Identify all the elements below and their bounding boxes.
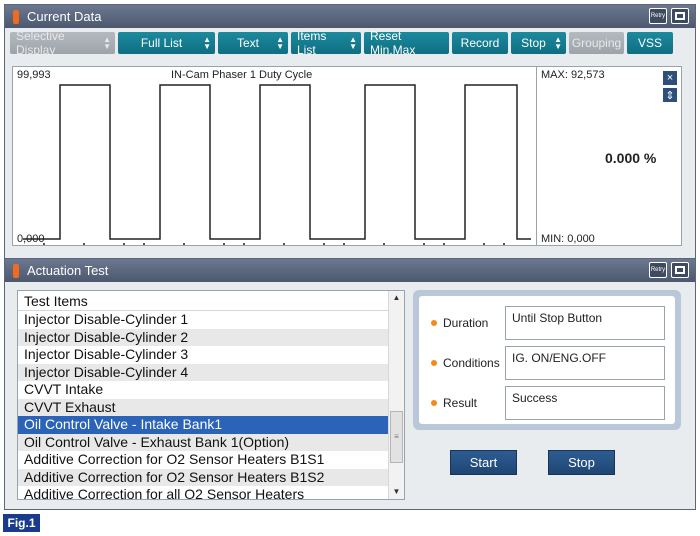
bullet-icon (431, 360, 437, 366)
maximize-icon[interactable] (671, 8, 689, 24)
list-item[interactable]: Oil Control Valve - Exhaust Bank 1(Optio… (18, 433, 388, 451)
list-item[interactable]: Oil Control Valve - Intake Bank1 (18, 416, 388, 434)
current-data-title: Current Data (27, 9, 102, 24)
toolbar-button-label: Selective Display (16, 29, 65, 57)
list-item[interactable]: Injector Disable-Cylinder 2 (18, 328, 388, 346)
list-item[interactable]: Injector Disable-Cylinder 3 (18, 346, 388, 364)
duration-value: Until Stop Button (505, 306, 665, 340)
list-item[interactable]: Additive Correction for O2 Sensor Heater… (18, 451, 388, 469)
toolbar-button-label: Text (236, 36, 259, 50)
test-items-list: Test Items Injector Disable-Cylinder 1 In… (17, 290, 405, 500)
toolbar-button-grouping[interactable]: Grouping (569, 32, 624, 54)
toolbar-button-reset-min-max[interactable]: Reset Min.Max (364, 29, 449, 57)
toolbar-button-label: VSS (637, 36, 662, 50)
list-header: Test Items (18, 291, 404, 311)
current-data-toolbar: Selective Display ▲ ▼ Full List ▲ ▼ Text ▲ ▼ Item… (10, 29, 673, 57)
bullet-icon (431, 400, 437, 406)
scroll-up-icon[interactable]: ▲ (389, 291, 404, 305)
duration-label: Duration (443, 316, 489, 330)
list-item[interactable]: CVVT Intake (18, 381, 388, 399)
conditions-value: IG. ON/ENG.OFF (505, 346, 665, 380)
list-body: Injector Disable-Cylinder 1 Injector Disa… (18, 311, 404, 499)
scroll-graph-icon[interactable]: ⇕ (663, 88, 677, 102)
toolbar-button-label: Grouping (571, 36, 622, 50)
graph-current-value: 0.000 % (605, 150, 657, 166)
toolbar-button-label: Full List (140, 36, 183, 50)
list-scrollbar[interactable]: ▲ ≡ ▼ (388, 291, 404, 499)
current-data-titlebar: Current Data Retry (5, 5, 695, 28)
panel-marker-icon (13, 263, 19, 278)
actuation-title: Actuation Test (27, 263, 109, 278)
figure-label: Fig.1 (3, 514, 40, 532)
retry-label: Retry (650, 13, 666, 19)
spinner-icon: ▲ ▼ (103, 35, 111, 51)
list-item[interactable]: Injector Disable-Cylinder 4 (18, 363, 388, 381)
toolbar-button-full-list[interactable]: Full List ▲ ▼ (118, 32, 215, 54)
actuation-titlebar: Actuation Test Retry (5, 259, 695, 282)
bullet-icon (431, 320, 437, 326)
toolbar-button-label: Items List (297, 29, 327, 57)
toolbar-button-text[interactable]: Text ▲ ▼ (218, 32, 288, 54)
list-item[interactable]: Additive Correction for O2 Sensor Heater… (18, 468, 388, 486)
duration-row: Duration Until Stop Button (419, 306, 675, 342)
retry-icon[interactable]: Retry (649, 262, 667, 278)
toolbar-button-label: Record (460, 36, 500, 50)
conditions-row: Conditions IG. ON/ENG.OFF (419, 346, 675, 382)
toolbar-button-label: Stop (521, 36, 546, 50)
start-button[interactable]: Start (450, 450, 517, 475)
stop-button[interactable]: Stop (548, 450, 615, 475)
list-item[interactable]: Additive Correction for all O2 Sensor He… (18, 486, 388, 499)
retry-label: Retry (650, 267, 666, 273)
toolbar-button-items-list[interactable]: Items List ▲ ▼ (291, 29, 361, 57)
list-item[interactable]: CVVT Exhaust (18, 398, 388, 416)
graph-max-label: MAX: 92,573 (541, 69, 605, 81)
toolbar-button-vss[interactable]: VSS (627, 32, 673, 54)
test-info-panel: Duration Until Stop Button Conditions IG… (413, 290, 681, 430)
spinner-icon: ▲ ▼ (203, 35, 211, 51)
result-row: Result Success (419, 386, 675, 422)
conditions-label: Conditions (443, 356, 500, 370)
list-item[interactable]: Injector Disable-Cylinder 1 (18, 311, 388, 329)
maximize-icon[interactable] (671, 262, 689, 278)
scroll-thumb[interactable]: ≡ (390, 411, 403, 463)
scroll-down-icon[interactable]: ▼ (389, 485, 404, 499)
toolbar-button-stop[interactable]: Stop ▲ ▼ (511, 32, 566, 54)
result-value: Success (505, 386, 665, 420)
retry-icon[interactable]: Retry (649, 8, 667, 24)
graph-area: 99,993 IN-Cam Phaser 1 Duty Cycle 0,000 (12, 66, 537, 246)
spinner-icon: ▲ ▼ (349, 35, 357, 51)
spinner-icon: ▲ ▼ (554, 35, 562, 51)
panel-marker-icon (13, 9, 19, 24)
toolbar-button-selective-display[interactable]: Selective Display ▲ ▼ (10, 29, 115, 57)
graph-min-label: MIN: 0,000 (541, 233, 595, 245)
result-label: Result (443, 396, 478, 410)
close-graph-icon[interactable]: × (663, 71, 677, 85)
graph-side-panel: MAX: 92,573 × ⇕ 0.000 % MIN: 0,000 (537, 66, 682, 246)
toolbar-button-record[interactable]: Record (452, 32, 508, 54)
toolbar-button-label: Reset Min.Max (370, 29, 416, 57)
graph-waveform (23, 84, 531, 245)
spinner-icon: ▲ ▼ (276, 35, 284, 51)
